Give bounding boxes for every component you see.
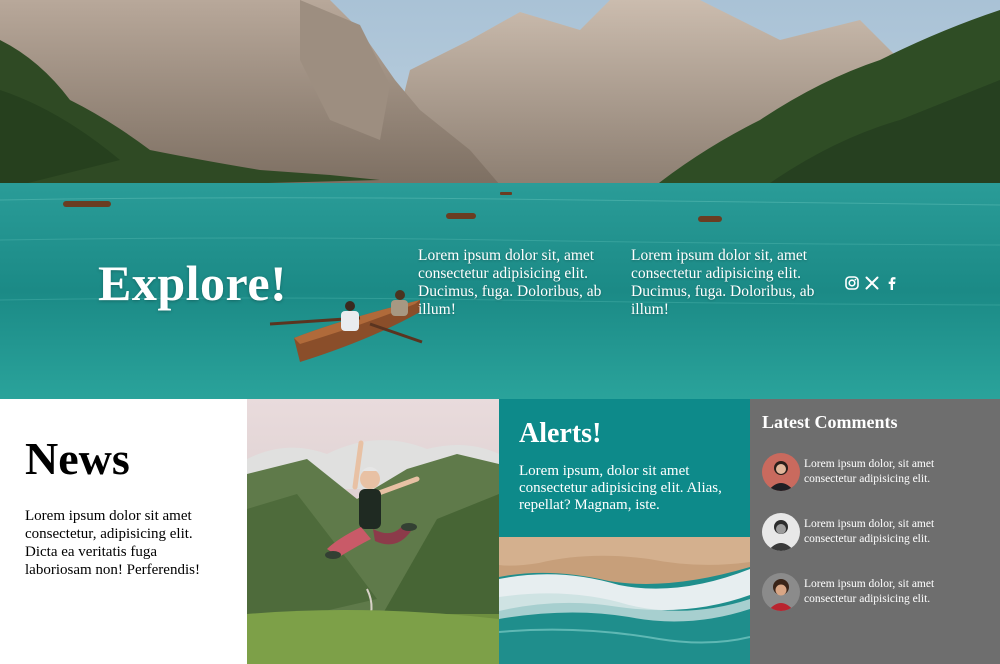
latest-comments-section: Latest Comments Lorem ipsum dolor, sit a… <box>750 399 1000 664</box>
instagram-icon[interactable] <box>845 275 859 290</box>
avatar <box>762 453 800 491</box>
avatar <box>762 573 800 611</box>
hero-title: Explore! <box>98 255 288 311</box>
social-links <box>845 275 899 290</box>
comment-item[interactable]: Lorem ipsum dolor, sit amet consectetur … <box>762 573 992 613</box>
alerts-section: Alerts! Lorem ipsum, dolor sit amet cons… <box>499 399 750 537</box>
alerts-title: Alerts! <box>519 418 602 449</box>
comment-text: Lorem ipsum dolor, sit amet consectetur … <box>804 578 935 605</box>
alerts-text: Lorem ipsum, dolor sit amet consectetur … <box>519 463 722 513</box>
comments-title: Latest Comments <box>762 412 898 432</box>
hero-text-column-2: Lorem ipsum dolor sit, amet consectetur … <box>631 247 815 318</box>
facebook-icon[interactable] <box>885 275 899 290</box>
hero-section: Explore! Lorem ipsum dolor sit, amet con… <box>0 0 1000 399</box>
avatar <box>762 513 800 551</box>
news-text: Lorem ipsum dolor sit amet consectetur, … <box>25 508 200 578</box>
hero-lake-image <box>0 0 1000 399</box>
comment-text: Lorem ipsum dolor, sit amet consectetur … <box>804 518 935 545</box>
x-twitter-icon[interactable] <box>865 275 879 290</box>
comment-item[interactable]: Lorem ipsum dolor, sit amet consectetur … <box>762 453 992 493</box>
news-title: News <box>25 433 130 484</box>
comment-item[interactable]: Lorem ipsum dolor, sit amet consectetur … <box>762 513 992 553</box>
jumping-hiker-image <box>247 399 499 664</box>
news-section: News Lorem ipsum dolor sit amet consecte… <box>0 399 247 664</box>
beach-aerial-image <box>499 537 750 664</box>
comment-text: Lorem ipsum dolor, sit amet consectetur … <box>804 458 935 485</box>
hero-text-column-1: Lorem ipsum dolor sit, amet consectetur … <box>418 247 602 318</box>
